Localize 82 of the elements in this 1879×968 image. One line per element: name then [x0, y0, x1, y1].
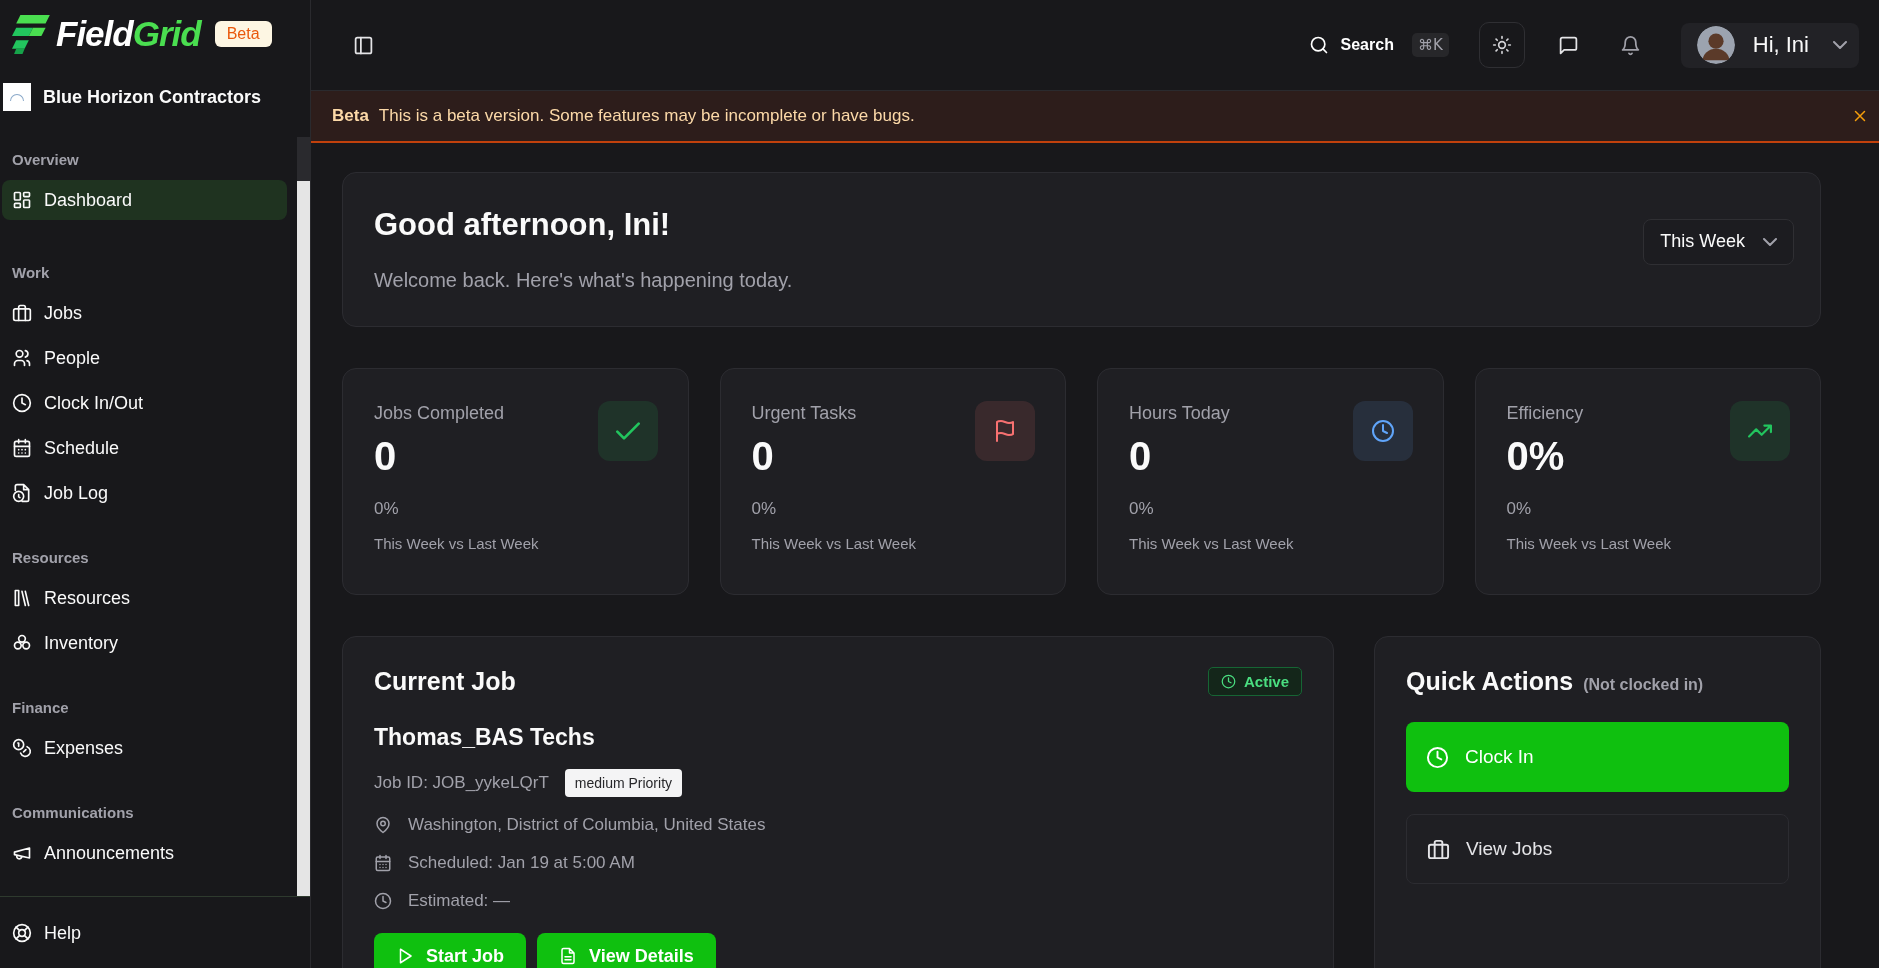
card-title: Current Job	[374, 667, 516, 696]
search-icon	[1308, 35, 1329, 55]
theme-toggle-button[interactable]	[1478, 22, 1525, 68]
books-icon	[12, 588, 32, 608]
briefcase-icon	[12, 303, 32, 323]
nav-item[interactable]: Jobs	[2, 293, 287, 333]
job-detail: Estimated: —	[408, 891, 511, 911]
chevron-down-icon	[1833, 41, 1847, 49]
circles-icon	[12, 633, 32, 653]
document-clock-icon	[12, 483, 32, 503]
user-menu-button[interactable]: Hi, Ini	[1680, 22, 1859, 68]
nav-section-heading: Communications	[11, 804, 135, 823]
nav-item[interactable]: Announcements	[2, 833, 287, 873]
banner-tag: Beta	[332, 106, 369, 126]
stat-change: 0%	[1506, 499, 1533, 519]
nav-item[interactable]: People	[2, 338, 287, 378]
nav-item[interactable]: Help	[2, 913, 298, 953]
stat-label: Hours Today	[1129, 403, 1231, 424]
chevron-down-icon	[1763, 237, 1777, 246]
nav-section-heading: Overview	[11, 151, 80, 170]
sun-icon	[1491, 35, 1512, 55]
stat-comparison: This Week vs Last Week	[374, 535, 539, 552]
stat-value: 0	[374, 434, 398, 479]
card-title: Quick Actions	[1406, 667, 1574, 696]
nav-section-heading: Finance	[11, 699, 70, 718]
stat-label: Jobs Completed	[374, 403, 506, 424]
stat-comparison: This Week vs Last Week	[1129, 535, 1294, 552]
calendar-icon	[374, 854, 392, 872]
keyboard-shortcut: ⌘K	[1411, 33, 1449, 57]
grid-icon	[12, 190, 32, 210]
stat-comparison: This Week vs Last Week	[751, 535, 916, 552]
clock-icon	[1426, 745, 1449, 769]
nav-item[interactable]: Expenses	[2, 728, 287, 768]
company-logo	[3, 83, 31, 111]
nav-item[interactable]: Inventory	[2, 623, 287, 663]
message-icon	[1558, 34, 1580, 56]
job-detail: Washington, District of Columbia, United States	[408, 815, 766, 835]
stat-value: 0%	[1506, 434, 1566, 479]
briefcase-icon	[1427, 837, 1450, 861]
nav-section-heading: Resources	[11, 549, 90, 568]
stat-comparison: This Week vs Last Week	[1506, 535, 1671, 552]
job-name: Thomas_BAS Techs	[374, 724, 596, 751]
nav-item[interactable]: Resources	[2, 578, 287, 618]
company-name[interactable]: Blue Horizon Contractors	[43, 86, 261, 108]
clock-icon	[1220, 674, 1236, 689]
stat-change: 0%	[374, 499, 400, 519]
job-id: Job ID: JOB_yykeLQrT	[374, 773, 549, 793]
nav-item[interactable]: Schedule	[2, 428, 287, 468]
nav-item[interactable]: Job Log	[2, 473, 287, 513]
map-pin-icon	[374, 816, 392, 834]
sidebar-toggle-icon	[352, 34, 374, 56]
stat-change: 0%	[751, 499, 778, 519]
calendar-icon	[12, 438, 32, 458]
stat-value: 0	[751, 434, 775, 479]
priority-badge: medium Priority	[564, 769, 683, 797]
greeting-title: Good afternoon, Ini!	[374, 207, 672, 243]
clock-icon	[374, 892, 392, 910]
job-detail: Scheduled: Jan 19 at 5:00 AM	[408, 853, 635, 873]
stat-label: Efficiency	[1506, 403, 1585, 424]
stat-change: 0%	[1129, 499, 1155, 519]
view-jobs-button[interactable]: View Jobs	[1406, 814, 1789, 884]
stat-label: Urgent Tasks	[751, 403, 858, 424]
help-icon	[12, 923, 32, 943]
search-button[interactable]: Search	[1308, 35, 1394, 55]
period-dropdown[interactable]: This Week	[1643, 218, 1794, 265]
clock-icon	[12, 393, 32, 413]
people-icon	[12, 348, 32, 368]
bell-icon	[1620, 34, 1642, 56]
coins-icon	[12, 738, 32, 758]
banner-message: This is a beta version. Some features may be incomplete or have bugs.	[378, 106, 915, 126]
document-icon	[559, 947, 577, 965]
nav-item[interactable]: Clock In/Out	[2, 383, 287, 423]
avatar	[1696, 26, 1735, 64]
stat-value: 0	[1129, 434, 1153, 479]
greeting-subtitle: Welcome back. Here's what's happening today.	[374, 269, 793, 292]
scrollbar[interactable]	[297, 137, 310, 896]
clock-status-note: (Not clocked in)	[1583, 676, 1704, 694]
nav-section-heading: Work	[11, 264, 51, 283]
status-badge: Active	[1207, 667, 1302, 696]
nav-item[interactable]: Dashboard	[2, 180, 287, 220]
beta-badge: Beta	[214, 21, 272, 47]
logo[interactable]: FieldGrid	[12, 13, 201, 55]
